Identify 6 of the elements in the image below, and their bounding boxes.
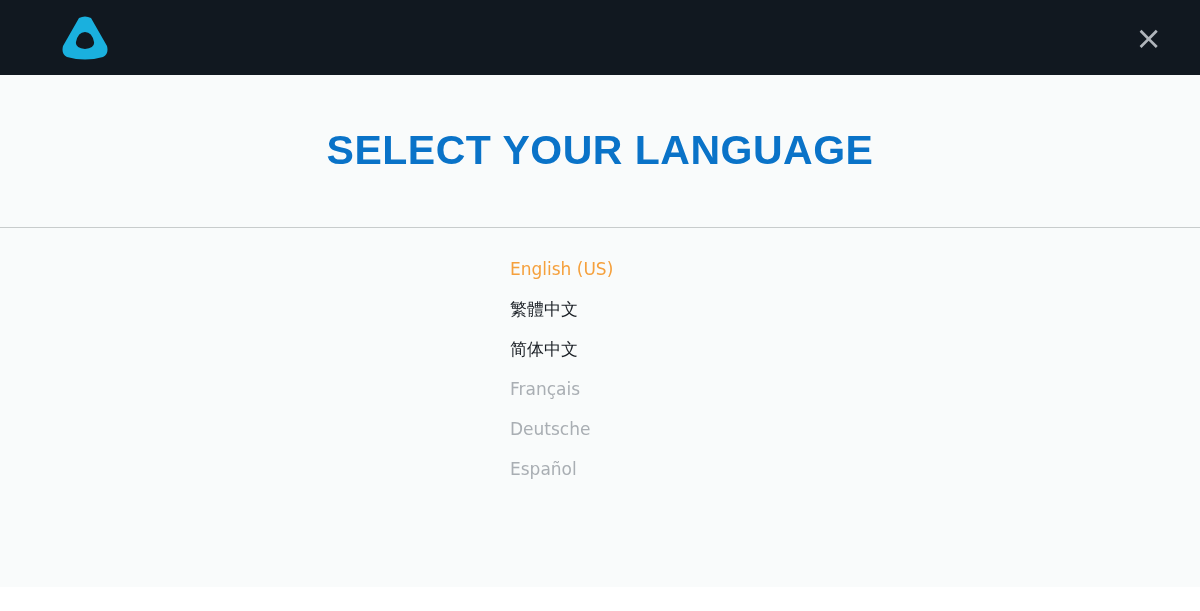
language-option[interactable]: 繁體中文 <box>510 296 578 322</box>
close-button[interactable]: × <box>1135 21 1162 54</box>
language-option[interactable]: English (US) <box>510 256 614 282</box>
logo-icon <box>61 15 109 60</box>
page-title: SELECT YOUR LANGUAGE <box>326 126 874 176</box>
language-option[interactable]: 简体中文 <box>510 336 578 362</box>
